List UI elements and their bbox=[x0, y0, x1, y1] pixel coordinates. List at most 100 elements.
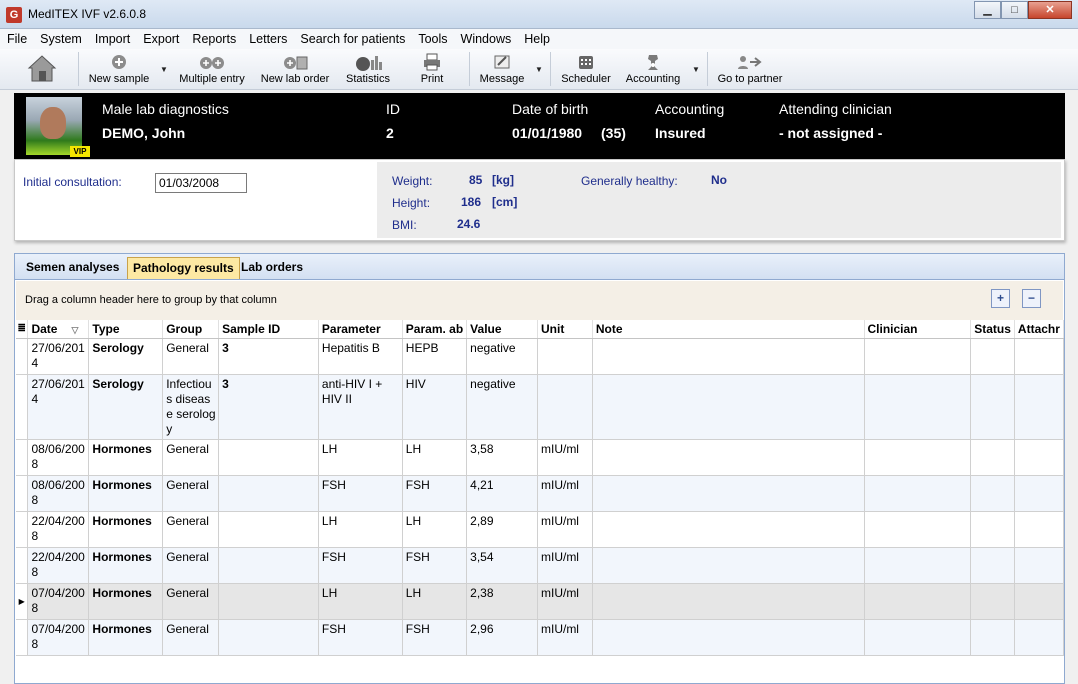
cell-date[interactable]: 08/06/2008 bbox=[27, 439, 90, 476]
expand-all-button[interactable]: + bbox=[991, 289, 1010, 308]
cell-unit[interactable]: mIU/ml bbox=[537, 439, 593, 476]
cell-parameter[interactable]: LH bbox=[318, 511, 403, 548]
table-row[interactable]: 22/04/2008 Hormones General FSH FSH 3,54… bbox=[16, 547, 1065, 584]
cell-status[interactable] bbox=[970, 338, 1015, 375]
cell-date[interactable]: 22/04/2008 bbox=[27, 547, 90, 584]
menu-search-for-patients[interactable]: Search for patients bbox=[300, 32, 405, 46]
go-to-partner-button[interactable]: Go to partner bbox=[714, 49, 786, 89]
table-row[interactable]: 22/04/2008 Hormones General LH LH 2,89 m… bbox=[16, 511, 1065, 548]
cell-status[interactable] bbox=[970, 619, 1015, 656]
new-lab-order-button[interactable]: New lab order bbox=[256, 49, 334, 89]
cell-unit[interactable]: mIU/ml bbox=[537, 583, 593, 620]
column-header-type[interactable]: Type bbox=[88, 320, 164, 339]
cell-value[interactable]: negative bbox=[466, 374, 538, 440]
cell-clinician[interactable] bbox=[864, 338, 972, 375]
cell-note[interactable] bbox=[592, 547, 865, 584]
minimize-button[interactable]: ▁ bbox=[974, 1, 1001, 19]
new-sample-dropdown-icon[interactable]: ▼ bbox=[160, 65, 168, 74]
cell-attachment[interactable] bbox=[1014, 547, 1065, 584]
cell-sample-id[interactable] bbox=[218, 583, 319, 620]
cell-parameter[interactable]: Hepatitis B bbox=[318, 338, 403, 375]
column-header-parameter[interactable]: Parameter bbox=[318, 320, 403, 339]
cell-date[interactable]: 07/04/2008 bbox=[27, 583, 90, 620]
cell-type[interactable]: Hormones bbox=[88, 511, 164, 548]
cell-clinician[interactable] bbox=[864, 439, 972, 476]
cell-param-ab[interactable]: HIV bbox=[402, 374, 468, 440]
cell-clinician[interactable] bbox=[864, 374, 972, 440]
cell-param-ab[interactable]: FSH bbox=[402, 547, 468, 584]
cell-date[interactable]: 27/06/2014 bbox=[27, 338, 90, 375]
cell-sample-id[interactable] bbox=[218, 439, 319, 476]
column-header-status[interactable]: Status bbox=[970, 320, 1015, 339]
cell-clinician[interactable] bbox=[864, 583, 972, 620]
cell-date[interactable]: 07/04/2008 bbox=[27, 619, 90, 656]
column-header-unit[interactable]: Unit bbox=[537, 320, 593, 339]
tab-semen-analyses[interactable]: Semen analyses bbox=[21, 257, 124, 279]
cell-value[interactable]: 2,38 bbox=[466, 583, 538, 620]
cell-group[interactable]: General bbox=[162, 511, 220, 548]
cell-param-ab[interactable]: FSH bbox=[402, 475, 468, 512]
cell-type[interactable]: Serology bbox=[88, 338, 164, 375]
initial-consultation-field[interactable]: 01/03/2008 bbox=[155, 173, 247, 193]
cell-status[interactable] bbox=[970, 547, 1015, 584]
cell-param-ab[interactable]: LH bbox=[402, 583, 468, 620]
cell-clinician[interactable] bbox=[864, 511, 972, 548]
table-row-selected[interactable]: ▶ 07/04/2008 Hormones General LH LH 2,38… bbox=[16, 583, 1065, 620]
column-header-clinician[interactable]: Clinician bbox=[864, 320, 972, 339]
menu-export[interactable]: Export bbox=[143, 32, 179, 46]
cell-group[interactable]: General bbox=[162, 619, 220, 656]
home-button[interactable] bbox=[22, 49, 62, 89]
cell-sample-id[interactable]: 3 bbox=[218, 338, 319, 375]
column-header-note[interactable]: Note bbox=[592, 320, 865, 339]
cell-attachment[interactable] bbox=[1014, 338, 1065, 375]
cell-value[interactable]: negative bbox=[466, 338, 538, 375]
group-by-panel[interactable]: Drag a column header here to group by th… bbox=[16, 281, 1063, 320]
menu-help[interactable]: Help bbox=[524, 32, 550, 46]
cell-unit[interactable]: mIU/ml bbox=[537, 547, 593, 584]
table-row[interactable]: 08/06/2008 Hormones General FSH FSH 4,21… bbox=[16, 475, 1065, 512]
cell-clinician[interactable] bbox=[864, 475, 972, 512]
cell-unit[interactable] bbox=[537, 374, 593, 440]
cell-parameter[interactable]: FSH bbox=[318, 475, 403, 512]
cell-value[interactable]: 2,96 bbox=[466, 619, 538, 656]
cell-sample-id[interactable] bbox=[218, 547, 319, 584]
menu-import[interactable]: Import bbox=[95, 32, 130, 46]
maximize-button[interactable]: □ bbox=[1001, 1, 1028, 19]
cell-parameter[interactable]: anti-HIV I + HIV II bbox=[318, 374, 403, 440]
cell-group[interactable]: General bbox=[162, 475, 220, 512]
accounting-button[interactable]: Accounting bbox=[622, 49, 684, 89]
cell-type[interactable]: Hormones bbox=[88, 547, 164, 584]
cell-group[interactable]: General bbox=[162, 583, 220, 620]
cell-value[interactable]: 3,54 bbox=[466, 547, 538, 584]
cell-param-ab[interactable]: HEPB bbox=[402, 338, 468, 375]
cell-date[interactable]: 22/04/2008 bbox=[27, 511, 90, 548]
menu-system[interactable]: System bbox=[40, 32, 82, 46]
cell-value[interactable]: 3,58 bbox=[466, 439, 538, 476]
cell-status[interactable] bbox=[970, 439, 1015, 476]
message-button[interactable]: Message bbox=[476, 49, 528, 89]
cell-date[interactable]: 27/06/2014 bbox=[27, 374, 90, 440]
cell-status[interactable] bbox=[970, 511, 1015, 548]
cell-unit[interactable]: mIU/ml bbox=[537, 475, 593, 512]
cell-note[interactable] bbox=[592, 475, 865, 512]
cell-type[interactable]: Serology bbox=[88, 374, 164, 440]
cell-parameter[interactable]: FSH bbox=[318, 547, 403, 584]
cell-note[interactable] bbox=[592, 439, 865, 476]
cell-group[interactable]: General bbox=[162, 547, 220, 584]
cell-value[interactable]: 4,21 bbox=[466, 475, 538, 512]
cell-sample-id[interactable]: 3 bbox=[218, 374, 319, 440]
cell-type[interactable]: Hormones bbox=[88, 475, 164, 512]
new-sample-button[interactable]: New sample bbox=[86, 49, 152, 89]
column-header-group[interactable]: Group bbox=[162, 320, 220, 339]
cell-group[interactable]: Infectious disease serology bbox=[162, 374, 220, 440]
cell-parameter[interactable]: FSH bbox=[318, 619, 403, 656]
cell-status[interactable] bbox=[970, 583, 1015, 620]
cell-type[interactable]: Hormones bbox=[88, 439, 164, 476]
collapse-all-button[interactable]: − bbox=[1022, 289, 1041, 308]
cell-param-ab[interactable]: FSH bbox=[402, 619, 468, 656]
cell-status[interactable] bbox=[970, 374, 1015, 440]
cell-sample-id[interactable] bbox=[218, 511, 319, 548]
cell-type[interactable]: Hormones bbox=[88, 583, 164, 620]
cell-unit[interactable]: mIU/ml bbox=[537, 619, 593, 656]
table-row[interactable]: 08/06/2008 Hormones General LH LH 3,58 m… bbox=[16, 439, 1065, 476]
